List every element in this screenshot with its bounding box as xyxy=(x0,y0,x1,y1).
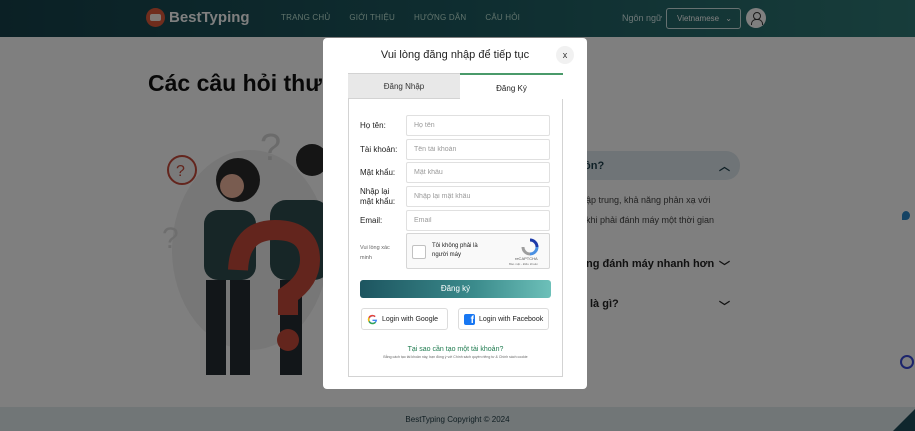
password-input[interactable] xyxy=(406,162,550,183)
modal-title: Vui lòng đăng nhập để tiếp tục xyxy=(380,49,530,61)
terms-note: Bằng cách tạo tài khoản này, bạn đồng ý … xyxy=(383,355,528,359)
fullname-label: Họ tên: xyxy=(360,121,386,130)
facebook-button-label: Login with Facebook xyxy=(479,315,544,323)
login-with-google-button[interactable]: Login with Google xyxy=(361,308,448,330)
tab-login[interactable]: Đăng Nhập xyxy=(348,74,460,99)
email-label: Email: xyxy=(360,216,383,225)
recaptcha-text: Tôi không phải là người máy xyxy=(432,243,478,258)
confirm-password-label: Nhập lại mật khẩu: xyxy=(360,187,396,206)
email-input[interactable] xyxy=(406,210,550,231)
confirm-password-input[interactable] xyxy=(406,186,550,207)
login-with-facebook-button[interactable]: f Login with Facebook xyxy=(458,308,549,330)
username-label: Tài khoản: xyxy=(360,145,398,154)
close-button[interactable]: x xyxy=(556,46,574,64)
recaptcha-widget: Tôi không phải là người máy reCAPTCHA Bả… xyxy=(406,233,550,269)
recaptcha-brand: reCAPTCHA xyxy=(515,256,538,261)
fullname-input[interactable] xyxy=(406,115,550,136)
google-button-label: Login with Google xyxy=(382,315,439,323)
recaptcha-logo-icon xyxy=(521,238,539,256)
register-submit-button[interactable]: Đăng ký xyxy=(360,280,551,298)
why-create-account-link[interactable]: Tại sao cần tạo một tài khoản? xyxy=(348,346,563,353)
username-input[interactable] xyxy=(406,139,550,160)
captcha-label: Vui lòng xác minh xyxy=(360,245,390,261)
recaptcha-terms[interactable]: Bảo mật - Điều khoản xyxy=(509,262,538,266)
google-icon xyxy=(367,314,378,324)
facebook-icon: f xyxy=(464,313,475,325)
password-label: Mật khẩu: xyxy=(360,168,396,177)
tab-register[interactable]: Đăng Ký xyxy=(460,73,563,99)
recaptcha-checkbox[interactable] xyxy=(412,245,426,259)
